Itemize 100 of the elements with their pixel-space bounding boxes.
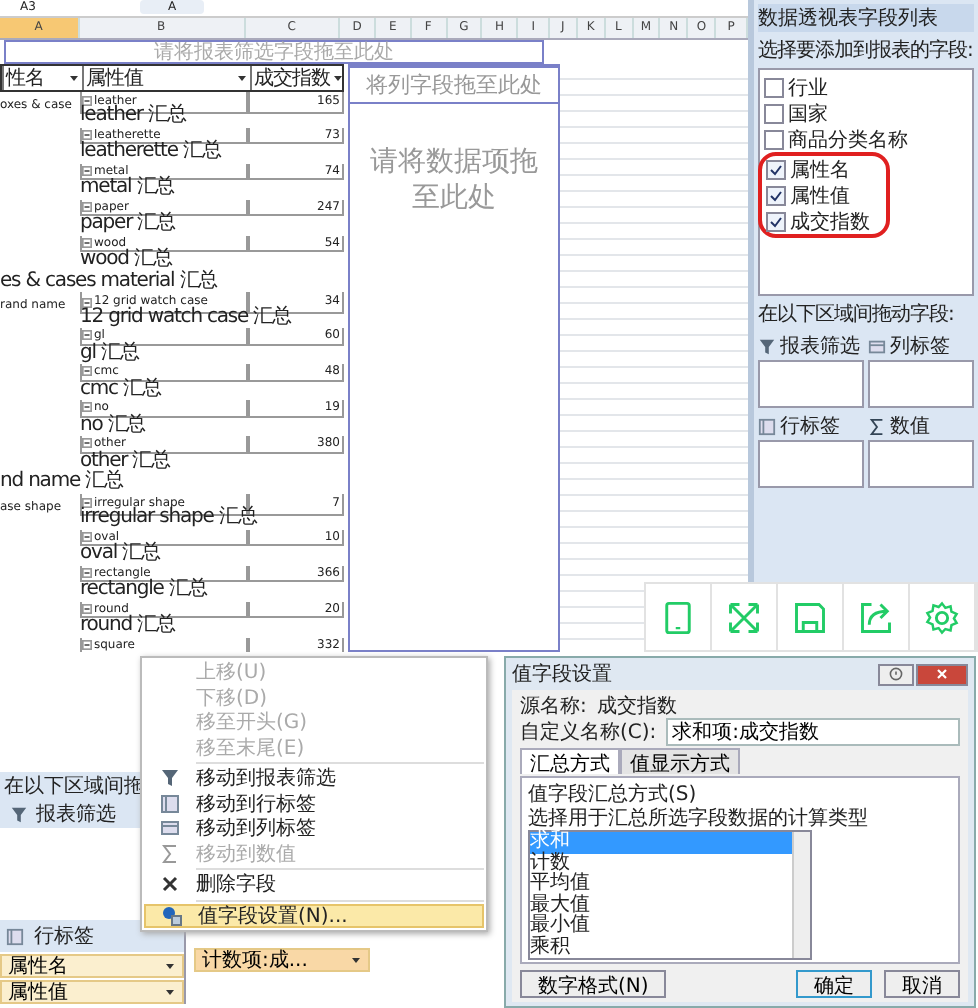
dialog-button[interactable]: 取消: [884, 970, 960, 998]
source-name: 成交指数: [596, 693, 677, 720]
list-item[interactable]: 乘积: [530, 937, 792, 958]
field-item[interactable]: 成交指数: [766, 208, 870, 234]
subtotal-label: oval 汇总: [80, 544, 163, 565]
dropdown-icon[interactable]: [164, 960, 176, 972]
field-item[interactable]: 商品分类名称: [764, 126, 968, 152]
data-drop-hint: 请将数据项拖至此处: [368, 143, 540, 218]
menu-item[interactable]: 移动到行标签: [144, 791, 484, 816]
rows-icon: [758, 417, 776, 435]
area-label: 报表筛选: [36, 801, 116, 828]
areas-prompt: 在以下区域间拖动字段:: [758, 301, 956, 328]
subtotal-label: leather 汇总: [80, 106, 189, 127]
collapse-icon[interactable]: [82, 603, 92, 614]
pivot-header[interactable]: 属性值: [82, 65, 250, 89]
columns-icon: [160, 818, 180, 839]
collapse-icon[interactable]: [82, 438, 92, 449]
collapse-icon[interactable]: [82, 531, 92, 542]
field-item[interactable]: 属性值: [766, 182, 870, 208]
subtotal-label: rectangle 汇总: [80, 580, 210, 601]
dropdown-icon[interactable]: [164, 986, 176, 998]
collapse-icon[interactable]: [82, 96, 92, 106]
menu-item[interactable]: 删除字段: [144, 872, 484, 897]
collapse-icon[interactable]: [82, 297, 92, 307]
field-item[interactable]: 属性名: [766, 156, 870, 182]
help-icon[interactable]: [878, 663, 914, 685]
collapse-icon[interactable]: [82, 498, 92, 508]
rows-icon: [160, 793, 180, 814]
pivot-header[interactable]: 成交指数: [250, 65, 346, 89]
collapse-icon[interactable]: [82, 201, 92, 212]
field-settings-icon: [162, 905, 182, 926]
collapse-icon[interactable]: [82, 567, 92, 578]
subtotal-label: cmc 汇总: [80, 379, 164, 400]
subtotal-label: no 汇总: [80, 415, 148, 436]
menu-item[interactable]: 值字段设置(N)...: [144, 903, 484, 928]
collapse-icon[interactable]: [82, 237, 92, 248]
custom-name-field[interactable]: 求和项:成交指数: [666, 718, 960, 746]
subtotal-label: other 汇总: [80, 451, 173, 471]
field-chip[interactable]: 属性值: [0, 980, 184, 1004]
list-item[interactable]: 最小值: [530, 916, 792, 937]
drop-area[interactable]: [758, 440, 864, 488]
field-item[interactable]: 行业: [764, 74, 968, 100]
pane-title: 数据透视表字段列表: [758, 4, 974, 32]
subtotal-label: irregular shape 汇总: [80, 508, 260, 529]
pane-prompt: 选择要添加到报表的字段:: [758, 37, 974, 64]
close-icon[interactable]: [916, 663, 968, 685]
checkbox[interactable]: [764, 77, 784, 97]
field-chip[interactable]: 计数项:成...: [194, 948, 370, 972]
checkbox[interactable]: [766, 159, 786, 179]
area-label: 数值: [890, 414, 930, 440]
field-item[interactable]: 国家: [764, 100, 968, 126]
area-label: 行标签: [780, 413, 840, 440]
drop-area[interactable]: [868, 440, 974, 488]
delete-icon: [160, 874, 180, 895]
subtotal-label: paper 汇总: [80, 214, 178, 235]
collapse-icon[interactable]: [82, 129, 92, 140]
dropdown-icon[interactable]: [350, 954, 362, 966]
filter-drop-zone: 请将报表筛选字段拖至此处: [4, 39, 544, 63]
drop-area[interactable]: [868, 360, 974, 408]
collapse-icon[interactable]: [82, 639, 92, 650]
field-label: 源名称:: [520, 694, 587, 720]
scrollbar[interactable]: [792, 832, 810, 958]
description: 选择用于汇总所选字段数据的计算类型: [528, 808, 870, 830]
checkbox[interactable]: [764, 129, 784, 149]
field-chip[interactable]: 属性名: [0, 954, 184, 978]
subtotal-label: 12 grid watch case 汇总: [80, 307, 294, 328]
subtotal-label: round 汇总: [80, 616, 178, 637]
subtotal-label: gl 汇总: [80, 343, 142, 364]
dropdown-icon[interactable]: [236, 71, 248, 83]
sigma-icon: [868, 417, 886, 435]
list-item[interactable]: 计数: [530, 853, 792, 874]
dropdown-icon[interactable]: [68, 71, 80, 83]
menu-item[interactable]: 移动到报表筛选: [144, 766, 484, 791]
area-label: 列标签: [890, 333, 950, 360]
collapse-icon[interactable]: [82, 165, 92, 176]
menu-item[interactable]: 移动到列标签: [144, 816, 484, 841]
dialog-title: 值字段设置: [512, 661, 612, 688]
checkbox[interactable]: [764, 103, 784, 123]
dialog-button[interactable]: 确定: [796, 970, 872, 998]
field-label: 自定义名称(C):: [520, 719, 657, 746]
group-total-label: nd name 汇总: [0, 472, 126, 493]
sigma-icon: [160, 843, 180, 864]
filter-icon: [10, 805, 28, 823]
area-label: 行标签: [34, 923, 94, 950]
checkbox[interactable]: [766, 185, 786, 205]
collapse-icon[interactable]: [82, 402, 92, 413]
collapse-icon[interactable]: [82, 330, 92, 341]
checkbox[interactable]: [766, 211, 786, 231]
dropdown-icon[interactable]: [332, 71, 344, 83]
collapse-icon[interactable]: [82, 366, 92, 377]
drop-area[interactable]: [758, 360, 864, 408]
subtotal-label: metal 汇总: [80, 178, 177, 199]
list-item[interactable]: 最大值: [530, 895, 792, 916]
dialog-button[interactable]: 数字格式(N): [520, 970, 667, 998]
list-item[interactable]: 平均值: [530, 874, 792, 895]
tab[interactable]: 汇总方式: [520, 748, 620, 774]
filter-icon: [160, 768, 180, 789]
pivot-header[interactable]: 性名: [2, 65, 82, 89]
group-total-label: es & cases material 汇总: [0, 271, 220, 292]
tab[interactable]: 值显示方式: [620, 748, 740, 774]
